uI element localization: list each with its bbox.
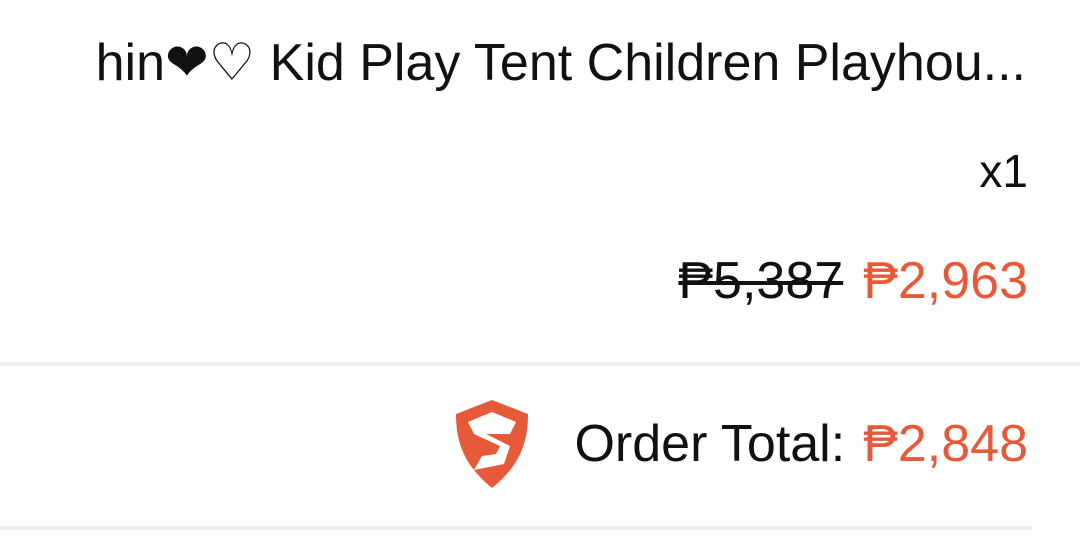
sale-price: ₱2,963 [863,252,1028,310]
order-product-item[interactable]: hin❤♡ Kid Play Tent Children Playhou... … [0,0,1080,362]
product-title: hin❤♡ Kid Play Tent Children Playhou... [95,34,1026,92]
product-price-row: ₱5,387 ₱2,963 [678,246,1028,316]
order-total-row: Order Total: ₱2,848 [444,396,1028,492]
order-total-value: ₱2,848 [863,415,1028,473]
original-price: ₱5,387 [678,252,844,310]
order-summary-section: Order Total: ₱2,848 [0,366,1080,524]
product-quantity: x1 [979,145,1028,197]
shield-icon [456,400,529,488]
bottom-divider [0,526,1032,530]
order-total-label: Order Total: [574,415,846,473]
